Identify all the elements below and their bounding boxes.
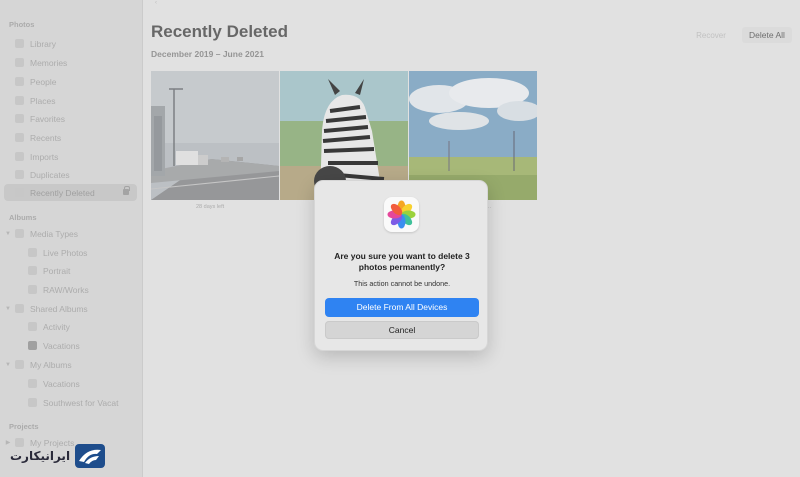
watermark-text: ایرانیکارت [10, 449, 71, 463]
photos-app-icon [384, 197, 419, 232]
dialog-message: This action cannot be undone. [353, 279, 451, 288]
watermark: ایرانیکارت [10, 443, 106, 469]
cancel-button[interactable]: Cancel [325, 321, 479, 339]
dialog-title: Are you sure you want to delete 3 photos… [334, 251, 470, 272]
delete-confirmation-dialog: Are you sure you want to delete 3 photos… [314, 180, 488, 351]
delete-from-all-devices-button[interactable]: Delete From All Devices [325, 298, 479, 317]
iranicard-logo-icon [75, 444, 106, 468]
